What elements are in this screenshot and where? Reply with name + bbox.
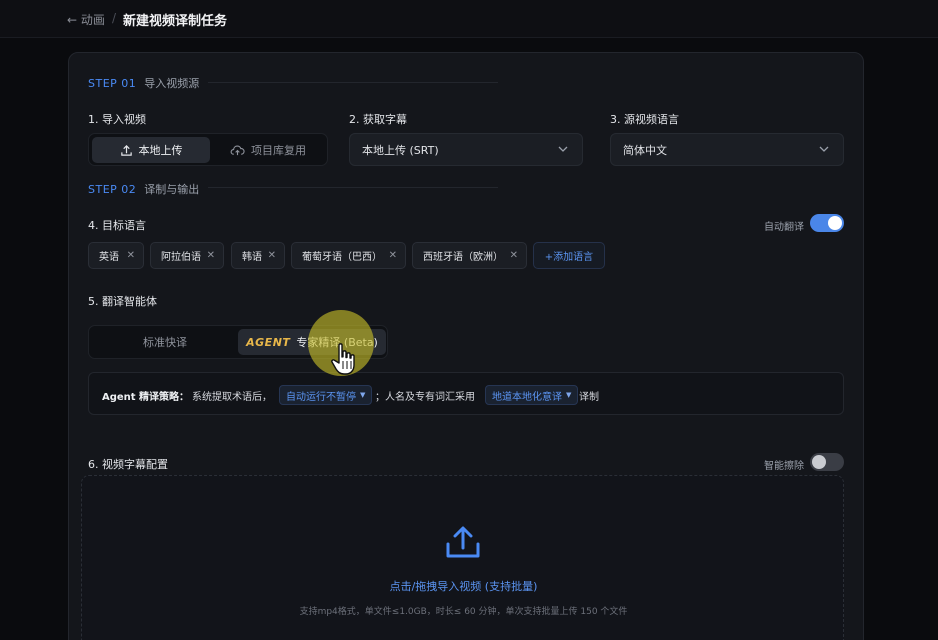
- caret-down-icon: ▼: [360, 391, 366, 399]
- upload-icon: [120, 144, 132, 156]
- chevron-down-icon: [819, 146, 829, 152]
- remove-chip-icon[interactable]: ✕: [207, 250, 215, 261]
- add-language-button[interactable]: +添加语言: [533, 242, 605, 269]
- subtitle-source-label: 2. 获取字幕: [349, 113, 407, 126]
- auto-translate-label: 自动翻译: [764, 222, 804, 233]
- source-language-label: 3. 源视频语言: [610, 113, 679, 126]
- step-01-divider: [208, 82, 498, 83]
- standard-translate-label: 标准快译: [143, 336, 187, 349]
- source-language-select[interactable]: 简体中文: [610, 133, 844, 166]
- auto-translate-toggle[interactable]: [810, 214, 844, 232]
- video-subtitle-config-label: 6. 视频字幕配置: [88, 458, 168, 471]
- remove-chip-icon[interactable]: ✕: [389, 250, 397, 261]
- import-video-label: 1. 导入视频: [88, 113, 146, 126]
- library-reuse-option[interactable]: 项目库复用: [210, 137, 326, 163]
- step-01-number: STEP 01: [88, 77, 137, 90]
- step-01-title: 导入视频源: [144, 77, 200, 90]
- source-language-value: 简体中文: [623, 143, 667, 157]
- proper-noun-mode-value: 地道本地化意译: [492, 391, 562, 403]
- strategy-text-1: 系统提取术语后，: [192, 392, 272, 403]
- agent-badge: AGENT: [246, 335, 291, 349]
- strategy-text-2: ；人名及专有词汇采用: [375, 392, 475, 403]
- standard-translate-option[interactable]: 标准快译: [92, 329, 238, 355]
- local-upload-label: 本地上传: [138, 144, 183, 157]
- agent-strategy-panel: Agent 精译策略： 系统提取术语后， 自动运行不暂停 ▼ ；人名及专有词汇采用…: [88, 372, 844, 415]
- dropzone-title: 点击/拖拽导入视频 (支持批量): [389, 580, 538, 593]
- step-02-number: STEP 02: [88, 183, 137, 196]
- toggle-knob: [812, 455, 826, 469]
- remove-chip-icon[interactable]: ✕: [510, 250, 518, 261]
- language-chip-label: 英语: [99, 252, 119, 263]
- smart-erase-label: 智能擦除: [764, 461, 804, 472]
- language-chip-label: 阿拉伯语: [161, 252, 201, 263]
- dropzone-hint: 支持mp4格式，单文件≤1.0GB，时长≤ 60 分钟，单次支持批量上传 150…: [299, 607, 628, 617]
- smart-erase-toggle[interactable]: [810, 453, 844, 471]
- proper-noun-mode-dropdown[interactable]: 地道本地化意译 ▼: [485, 385, 579, 405]
- subtitle-source-select[interactable]: 本地上传 (SRT): [349, 133, 583, 166]
- back-link[interactable]: ← 动画: [67, 11, 105, 28]
- subtitle-source-value: 本地上传 (SRT): [362, 143, 439, 157]
- language-chip-label: 西班牙语（欧洲）: [423, 252, 503, 263]
- video-dropzone[interactable]: 点击/拖拽导入视频 (支持批量) 支持mp4格式，单文件≤1.0GB，时长≤ 6…: [81, 475, 844, 640]
- language-chip-spanish-europe[interactable]: 西班牙语（欧洲） ✕: [412, 242, 527, 269]
- import-source-toggle: 本地上传 项目库复用: [88, 133, 328, 166]
- language-chip-arabic[interactable]: 阿拉伯语 ✕: [150, 242, 224, 269]
- chevron-down-icon: [558, 146, 568, 152]
- toggle-knob: [828, 216, 842, 230]
- target-language-label: 4. 目标语言: [88, 219, 146, 232]
- step-01-heading: STEP 01 导入视频源: [88, 75, 199, 91]
- strategy-text-3: 译制: [579, 392, 599, 403]
- step-02-divider: [208, 187, 498, 188]
- top-bar: ← 动画 / 新建视频译制任务: [0, 0, 938, 38]
- language-chip-english[interactable]: 英语 ✕: [88, 242, 144, 269]
- language-chip-portuguese-brazil[interactable]: 葡萄牙语（巴西） ✕: [291, 242, 406, 269]
- language-chip-korean[interactable]: 韩语 ✕: [231, 242, 285, 269]
- step-02-title: 译制与输出: [144, 183, 200, 196]
- upload-icon: [446, 526, 480, 558]
- library-reuse-label: 项目库复用: [251, 144, 306, 157]
- pause-mode-value: 自动运行不暂停: [286, 391, 356, 403]
- pause-mode-dropdown[interactable]: 自动运行不暂停 ▼: [279, 385, 373, 405]
- remove-chip-icon[interactable]: ✕: [268, 250, 276, 261]
- translation-agent-label: 5. 翻译智能体: [88, 295, 157, 308]
- expert-translate-option[interactable]: AGENT 专家精译 (Beta): [238, 329, 386, 355]
- caret-down-icon: ▼: [566, 391, 572, 399]
- page-title: 新建视频译制任务: [123, 14, 228, 29]
- cloud-upload-icon: [230, 145, 245, 155]
- step-02-heading: STEP 02 译制与输出: [88, 181, 199, 197]
- local-upload-option[interactable]: 本地上传: [92, 137, 210, 163]
- translation-mode-toggle: 标准快译 AGENT 专家精译 (Beta): [88, 325, 388, 359]
- strategy-title: Agent 精译策略：: [102, 392, 190, 403]
- language-chip-label: 韩语: [242, 252, 262, 263]
- expert-translate-label: 专家精译 (Beta): [296, 336, 378, 349]
- language-chip-label: 葡萄牙语（巴西）: [302, 252, 382, 263]
- breadcrumb-separator: /: [112, 11, 117, 25]
- remove-chip-icon[interactable]: ✕: [127, 250, 135, 261]
